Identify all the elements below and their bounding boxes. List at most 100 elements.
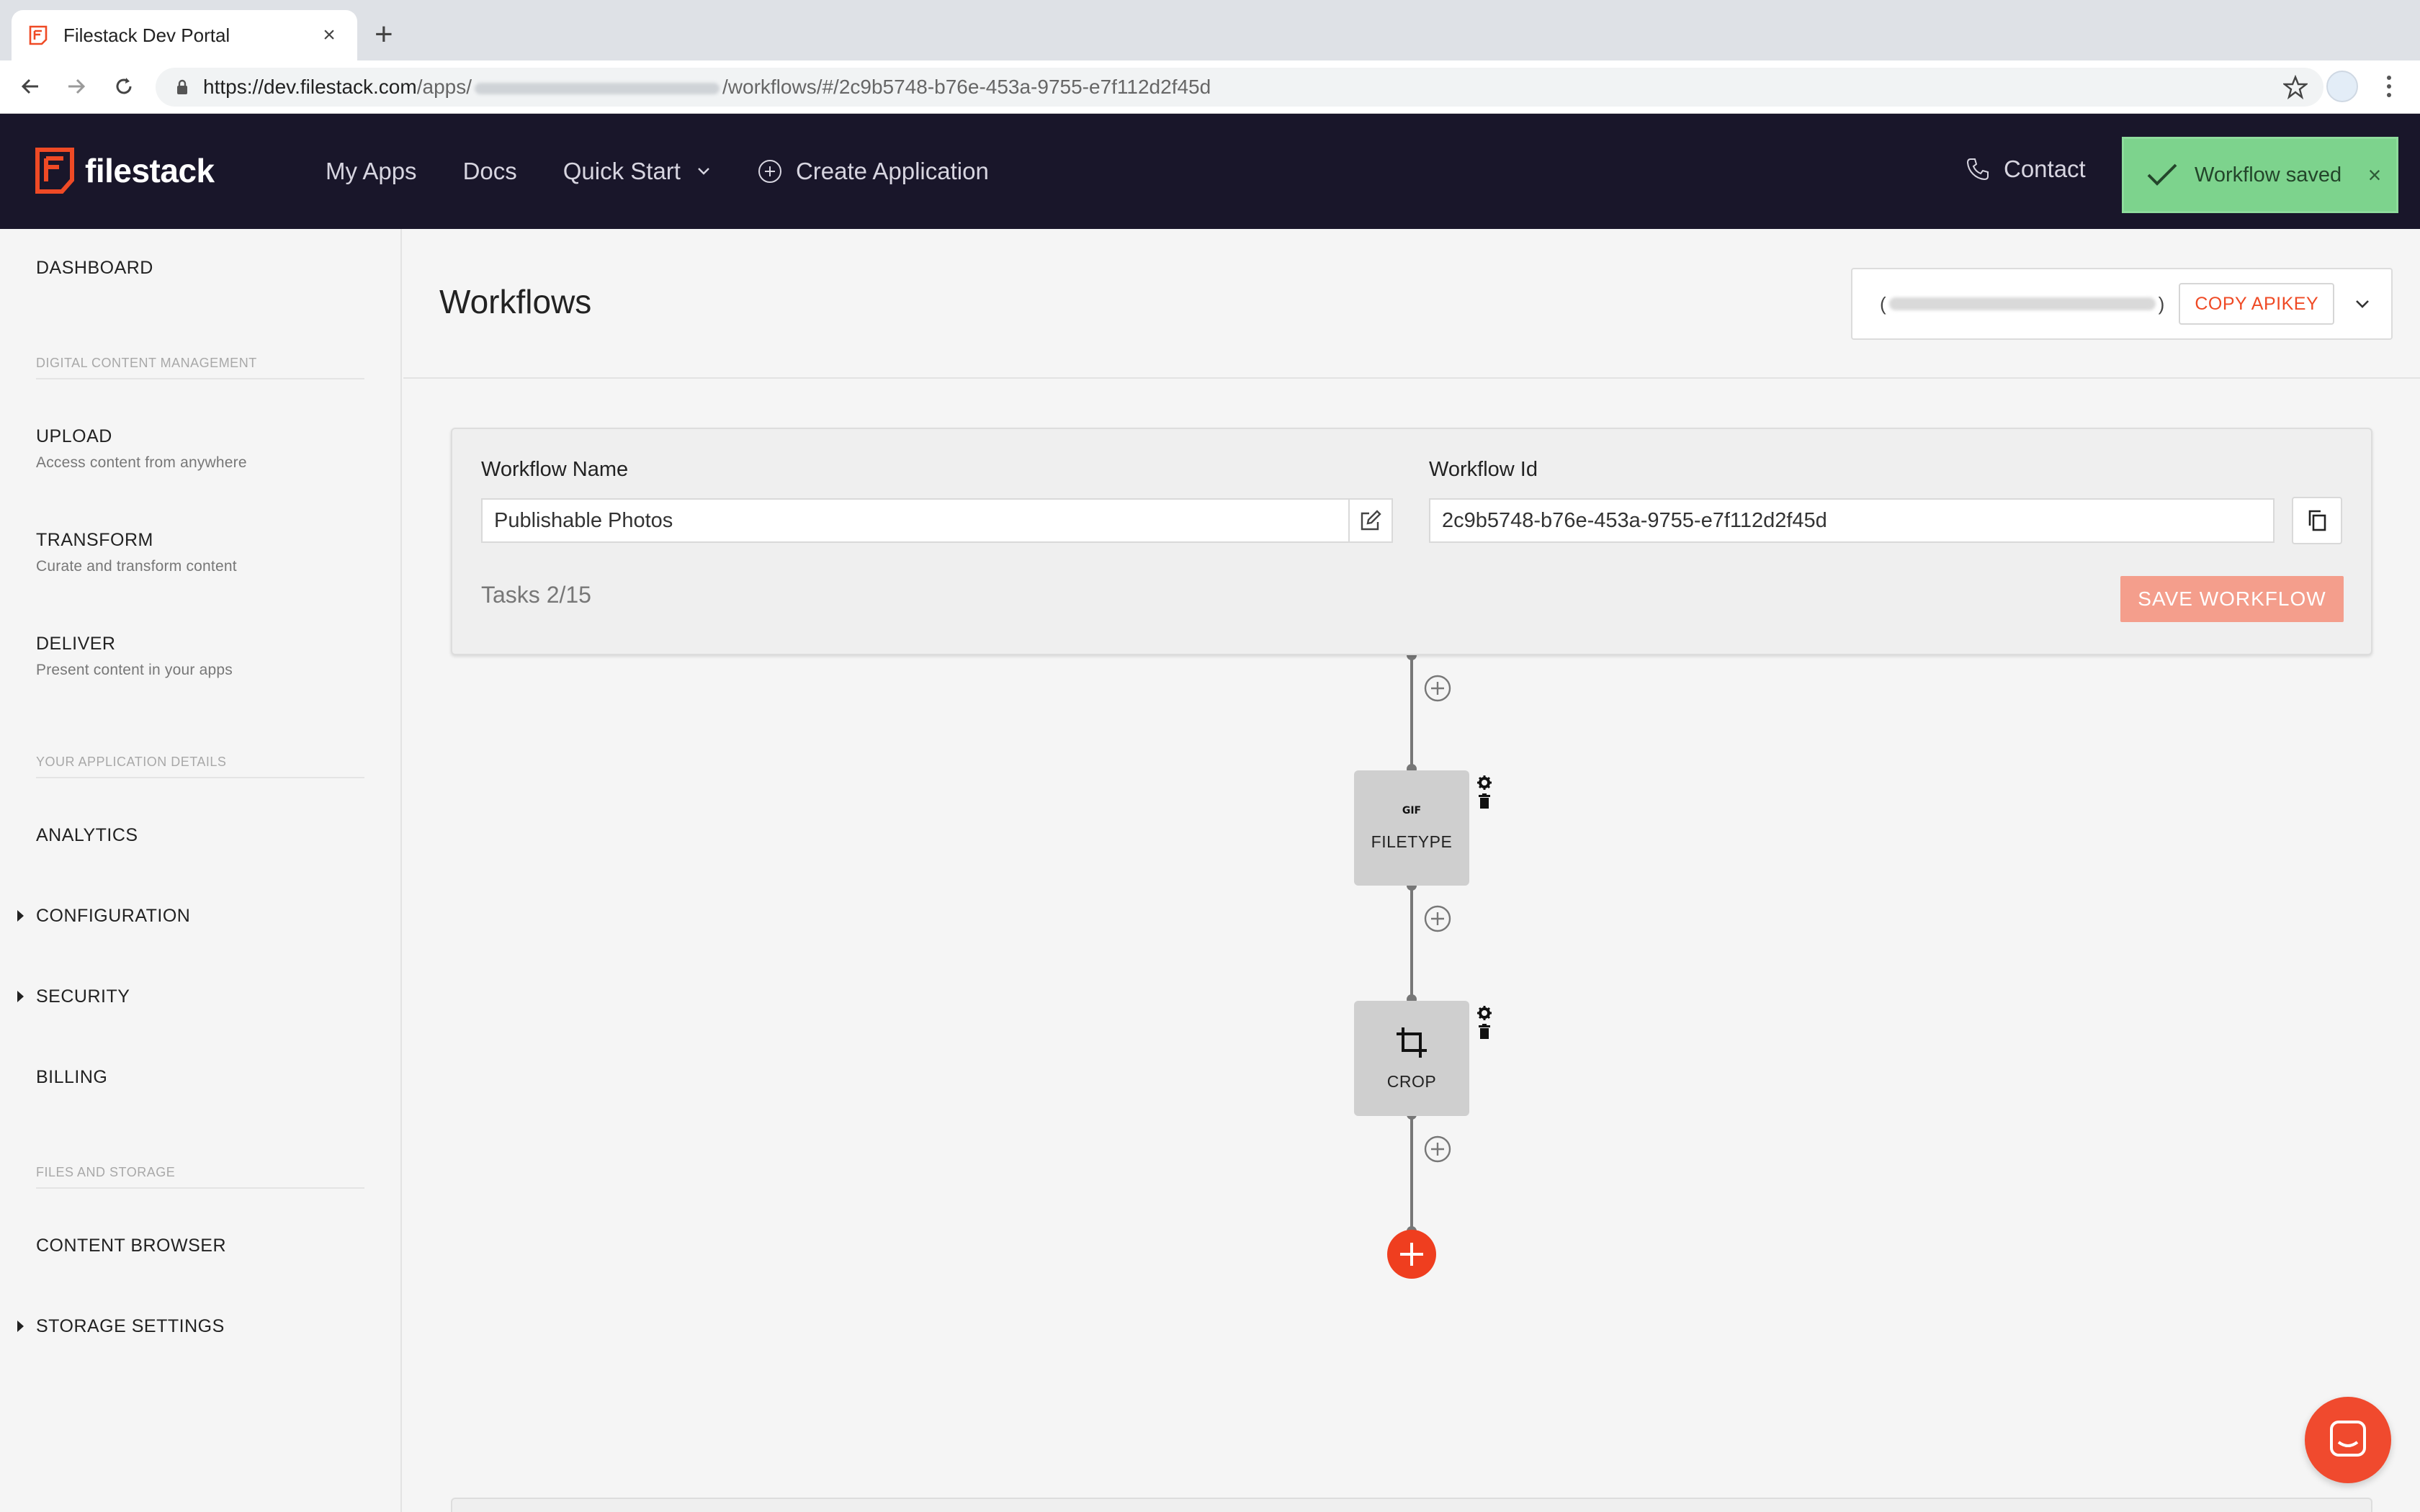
main-content: Workflows ( ) COPY APIKEY GIF FILETYPE C… — [403, 229, 2420, 1512]
sidebar-item-billing[interactable]: BILLING — [36, 1067, 107, 1088]
gear-icon[interactable] — [1476, 1005, 1492, 1021]
browser-toolbar: https://dev.filestack.com/apps/ /workflow… — [0, 60, 2420, 114]
chat-icon — [2330, 1421, 2366, 1457]
sidebar-item-description: Curate and transform content — [36, 558, 237, 575]
nav-create-application-label: Create Application — [795, 158, 989, 184]
toast-close-icon[interactable]: × — [2353, 162, 2396, 189]
sidebar-item-transform[interactable]: TRANSFORM Curate and transform content — [36, 530, 237, 575]
workflow-name-input[interactable]: Publishable Photos — [481, 498, 1351, 543]
task-node-tools — [1475, 775, 1494, 809]
apikey-paren-close: ) — [2158, 292, 2165, 315]
trash-icon[interactable] — [1478, 1024, 1491, 1040]
gif-icon: GIF — [1402, 804, 1422, 816]
profile-avatar[interactable] — [2326, 71, 2358, 102]
lower-card-edge — [451, 1498, 2372, 1512]
sidebar-item-label: STORAGE SETTINGS — [36, 1316, 225, 1336]
trash-icon[interactable] — [1478, 793, 1491, 809]
page-header: Workflows ( ) COPY APIKEY — [403, 229, 2420, 379]
url-path-end: /workflows/#/2c9b5748-b76e-453a-9755-e7f… — [722, 76, 1211, 98]
workflow-id-label: Workflow Id — [1429, 458, 1538, 481]
url-path-start: /apps/ — [416, 76, 472, 98]
edit-name-button[interactable] — [1348, 498, 1393, 543]
apikey-paren-open: ( — [1880, 292, 1886, 315]
filestack-favicon-icon — [29, 25, 48, 45]
caret-right-icon — [17, 1320, 24, 1332]
logo-text: filestack — [85, 152, 215, 189]
nav-quick-start[interactable]: Quick Start — [563, 158, 711, 185]
task-node-filetype[interactable]: GIF FILETYPE — [1354, 770, 1469, 886]
workflow-name-label: Workflow Name — [481, 458, 629, 481]
add-task-plus-icon[interactable] — [1424, 1135, 1451, 1163]
sidebar-item-security[interactable]: SECURITY — [17, 986, 130, 1007]
task-label: CROP — [1386, 1071, 1437, 1091]
edit-icon — [1361, 510, 1381, 531]
browser-tab[interactable]: Filestack Dev Portal × — [12, 10, 357, 60]
tab-title: Filestack Dev Portal — [63, 24, 230, 46]
phone-icon — [1966, 158, 1989, 181]
sidebar-item-upload[interactable]: UPLOAD Access content from anywhere — [36, 426, 247, 472]
sidebar: DASHBOARD DIGITAL CONTENT MANAGEMENT UPL… — [0, 229, 402, 1512]
nav-create-application[interactable]: Create Application — [757, 158, 989, 185]
sidebar-item-label: UPLOAD — [36, 426, 112, 446]
address-bar[interactable]: https://dev.filestack.com/apps/ /workflow… — [156, 68, 2323, 107]
sidebar-item-content-browser[interactable]: CONTENT BROWSER — [36, 1236, 226, 1256]
sidebar-item-label: DELIVER — [36, 634, 116, 654]
browser-menu-icon[interactable] — [2378, 71, 2400, 102]
add-task-button[interactable] — [1387, 1230, 1436, 1279]
nav-docs[interactable]: Docs — [463, 158, 517, 185]
task-node-crop[interactable]: CROP — [1354, 1001, 1469, 1116]
filestack-logo-icon — [35, 148, 74, 194]
browser-tabstrip: Filestack Dev Portal × + — [0, 0, 2420, 60]
sidebar-section-files-storage: FILES AND STORAGE — [36, 1165, 364, 1189]
sidebar-item-storage-settings[interactable]: STORAGE SETTINGS — [17, 1316, 225, 1337]
chevron-down-icon[interactable] — [2354, 299, 2370, 309]
apikey-selector[interactable]: ( ) COPY APIKEY — [1851, 268, 2393, 340]
apikey-value: ( ) — [1880, 293, 2164, 315]
sidebar-item-label: SECURITY — [36, 986, 130, 1007]
check-icon — [2147, 163, 2177, 186]
sidebar-item-description: Present content in your apps — [36, 662, 233, 678]
save-workflow-button[interactable]: SAVE WORKFLOW — [2120, 576, 2344, 622]
toast-notification: Workflow saved × — [2122, 137, 2398, 213]
sidebar-item-dashboard[interactable]: DASHBOARD — [36, 258, 153, 279]
sidebar-item-label: CONFIGURATION — [36, 906, 191, 926]
tab-close-icon[interactable]: × — [317, 23, 341, 48]
new-tab-icon[interactable]: + — [375, 16, 393, 53]
sidebar-section-app-details: YOUR APPLICATION DETAILS — [36, 755, 364, 778]
crop-icon — [1397, 1027, 1427, 1058]
redacted-apikey — [1888, 297, 2156, 310]
nav-quick-start-label: Quick Start — [563, 158, 681, 184]
sidebar-item-label: TRANSFORM — [36, 530, 153, 550]
app-header: filestack My Apps Docs Quick Start Creat… — [0, 114, 2420, 229]
lock-icon — [177, 79, 187, 94]
sidebar-item-deliver[interactable]: DELIVER Present content in your apps — [36, 634, 233, 679]
plus-circle-icon — [758, 160, 781, 183]
gear-icon[interactable] — [1476, 775, 1492, 791]
chat-launcher-button[interactable] — [2305, 1397, 2391, 1483]
copy-id-button[interactable] — [2292, 497, 2342, 544]
sidebar-section-dcm: DIGITAL CONTENT MANAGEMENT — [36, 356, 364, 379]
bookmark-star-icon[interactable] — [2283, 75, 2308, 99]
add-task-plus-icon[interactable] — [1424, 675, 1451, 702]
reload-icon[interactable] — [108, 71, 140, 102]
chevron-down-icon — [698, 168, 709, 175]
caret-right-icon — [17, 991, 24, 1002]
contact-label: Contact — [2004, 156, 2086, 182]
copy-apikey-button[interactable]: COPY APIKEY — [2179, 283, 2335, 325]
toast-message: Workflow saved — [2195, 163, 2342, 186]
nav-my-apps[interactable]: My Apps — [326, 158, 417, 185]
task-count: Tasks 2/15 — [481, 582, 591, 608]
main-nav: My Apps Docs Quick Start Create Applicat… — [326, 114, 1035, 229]
page-title: Workflows — [439, 283, 592, 320]
copy-icon — [2308, 510, 2326, 531]
workflow-id-field[interactable]: 2c9b5748-b76e-453a-9755-e7f112d2f45d — [1429, 498, 2275, 543]
contact-link[interactable]: Contact — [1965, 156, 2086, 183]
filestack-logo[interactable]: filestack — [35, 147, 215, 194]
forward-icon[interactable] — [60, 71, 92, 102]
sidebar-item-configuration[interactable]: CONFIGURATION — [17, 906, 191, 927]
sidebar-item-description: Access content from anywhere — [36, 454, 247, 471]
sidebar-item-analytics[interactable]: ANALYTICS — [36, 825, 138, 846]
add-task-plus-icon[interactable] — [1424, 905, 1451, 932]
url-text: https://dev.filestack.com/apps/ /workflow… — [203, 76, 1211, 99]
back-icon[interactable] — [14, 71, 46, 102]
